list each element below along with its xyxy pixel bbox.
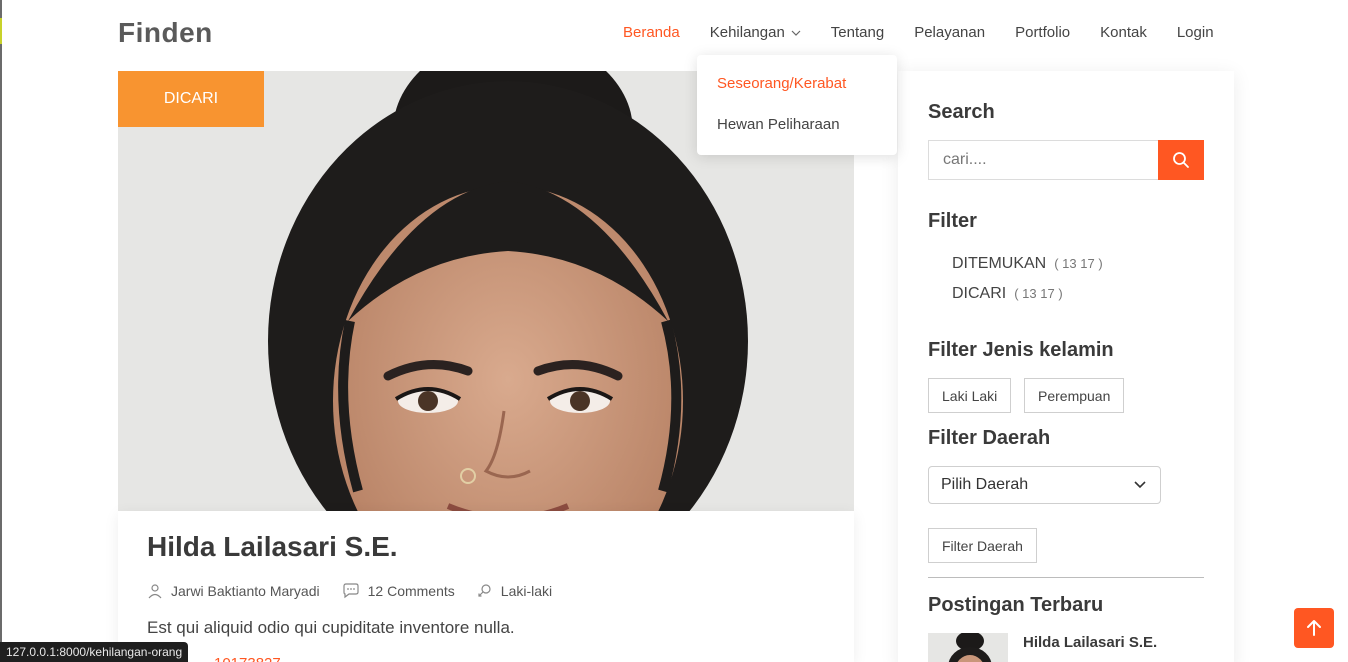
- filter-heading: Filter: [928, 210, 977, 232]
- filter-region-button[interactable]: Filter Daerah: [928, 528, 1037, 563]
- recent-thumb-photo: [928, 633, 1008, 662]
- gender-filter-heading: Filter Jenis kelamin: [928, 339, 1114, 361]
- nav-label: Beranda: [623, 24, 680, 41]
- gender-option-laki[interactable]: Laki Laki: [928, 378, 1012, 413]
- site-header: Finden Beranda Kehilangan Tentang Pelaya…: [0, 0, 1348, 66]
- nav-item-kehilangan[interactable]: Kehilangan: [710, 24, 801, 41]
- recent-post-title[interactable]: Hilda Lailasari S.E.: [1023, 634, 1157, 651]
- meta-gender: Laki-laki: [477, 583, 552, 599]
- comment-icon: [343, 583, 359, 599]
- back-to-top-button[interactable]: [1294, 608, 1334, 648]
- main-nav: Beranda Kehilangan Tentang Pelayanan Por…: [623, 24, 1214, 41]
- search-icon: [1173, 152, 1189, 168]
- search-heading: Search: [928, 101, 995, 123]
- nav-label: Pelayanan: [914, 24, 986, 41]
- nav-label: Login: [1176, 24, 1214, 41]
- author-name: Jarwi Baktianto Maryadi: [171, 583, 320, 599]
- chevron-down-icon: [1134, 481, 1146, 489]
- filter-label: DICARI: [952, 285, 1007, 302]
- sidebar: Search Filter DITEMUKAN ( 13 17 ) DICARI (…: [898, 71, 1234, 662]
- status-badge: DICARI: [118, 71, 264, 127]
- filter-count: ( 13 17 ): [1014, 286, 1063, 301]
- nav-item-kontak[interactable]: Kontak: [1100, 24, 1147, 41]
- dropdown-item-seseorang[interactable]: Seseorang/Kerabat: [717, 75, 846, 92]
- browser-status-url: 127.0.0.1:8000/kehilangan-orang: [0, 642, 189, 662]
- search-input[interactable]: [928, 140, 1158, 180]
- dropdown-item-hewan[interactable]: Hewan Peliharaan: [717, 116, 840, 133]
- nav-label: Kehilangan: [709, 24, 785, 41]
- nav-item-tentang[interactable]: Tentang: [831, 24, 884, 41]
- filter-item-dicari[interactable]: DICARI ( 13 17 ): [952, 285, 1063, 303]
- region-filter-heading: Filter Daerah: [928, 427, 1051, 449]
- post-title[interactable]: Hilda Lailasari S.E.: [147, 531, 398, 563]
- post-card-body: Hilda Lailasari S.E. Jarwi Baktianto Mar…: [118, 511, 854, 662]
- recent-posts-heading: Postingan Terbaru: [928, 594, 1104, 616]
- gender-option-perempuan[interactable]: Perempuan: [1024, 378, 1125, 413]
- filter-item-ditemukan[interactable]: DITEMUKAN ( 13 17 ): [952, 255, 1103, 273]
- meta-comments[interactable]: 12 Comments: [342, 583, 455, 599]
- sidebar-divider: [928, 577, 1204, 578]
- region-select-value: Pilih Daerah: [941, 476, 1029, 493]
- nav-item-login[interactable]: Login: [1177, 24, 1214, 41]
- nav-label: Tentang: [830, 24, 885, 41]
- arrow-up-icon: [1307, 620, 1321, 636]
- filter-count: ( 13 17 ): [1054, 256, 1103, 271]
- kehilangan-dropdown: Seseorang/Kerabat Hewan Peliharaan: [697, 55, 897, 155]
- chevron-down-icon: [791, 30, 801, 36]
- filter-label: DITEMUKAN: [952, 255, 1047, 272]
- nav-label: Portfolio: [1015, 24, 1071, 41]
- user-icon: [148, 584, 162, 599]
- recent-post-thumbnail[interactable]: [928, 633, 1008, 662]
- nav-label: Kontak: [1100, 24, 1147, 41]
- post-meta: Jarwi Baktianto Maryadi 12 Comments Laki…: [147, 583, 574, 599]
- site-logo[interactable]: Finden: [118, 17, 213, 49]
- comment-count: 12 Comments: [367, 583, 455, 599]
- region-select[interactable]: Pilih Daerah: [928, 466, 1161, 504]
- post-excerpt: Est qui aliquid odio qui cupiditate inve…: [147, 618, 515, 637]
- gender-icon: [478, 584, 491, 597]
- gender-label: Laki-laki: [500, 583, 553, 599]
- post-id: 10173827: [214, 655, 281, 662]
- nav-item-portfolio[interactable]: Portfolio: [1015, 24, 1070, 41]
- window-edge: [0, 0, 2, 662]
- meta-author[interactable]: Jarwi Baktianto Maryadi: [147, 583, 320, 599]
- nav-item-pelayanan[interactable]: Pelayanan: [914, 24, 985, 41]
- search-button[interactable]: [1158, 140, 1204, 180]
- nav-item-beranda[interactable]: Beranda: [623, 24, 680, 41]
